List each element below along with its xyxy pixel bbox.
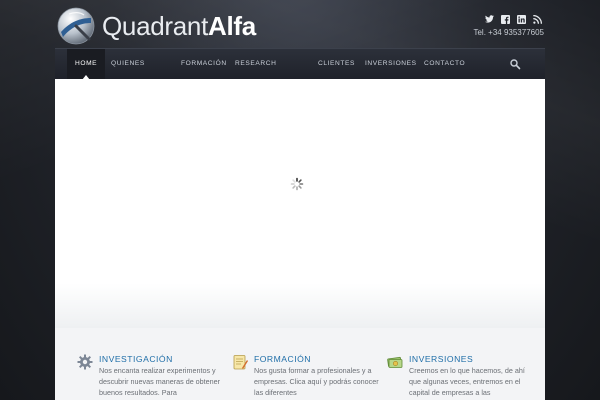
nav-item-contacto[interactable]: CONTACTO (424, 49, 465, 79)
site-logo[interactable]: QuadrantAlfa (56, 6, 256, 46)
feature-title[interactable]: FORMACIÓN (254, 354, 311, 364)
rss-icon[interactable] (532, 14, 542, 24)
logo-text-light: Quadrant (102, 11, 209, 41)
site-header: QuadrantAlfa Tel. +34 935377605 (0, 0, 600, 48)
twitter-icon[interactable] (484, 14, 494, 24)
nav-item-quienes[interactable]: QUIENES (111, 49, 145, 79)
feature-text: Creemos en lo que hacemos, de ahí que al… (409, 366, 525, 397)
logo-text: QuadrantAlfa (102, 6, 256, 46)
social-links (484, 14, 542, 24)
nav-item-formacion[interactable]: FORMACIÓN (181, 49, 227, 79)
linkedin-icon[interactable] (516, 14, 526, 24)
hero-slider[interactable] (55, 79, 545, 328)
nav-item-research[interactable]: RESEARCH (235, 49, 276, 79)
feature-title[interactable]: INVERSIONES (409, 354, 473, 364)
gear-icon (77, 354, 93, 370)
logo-text-bold: Alfa (208, 11, 256, 41)
nav-item-inversiones[interactable]: INVERSIONES (365, 49, 417, 79)
search-icon[interactable] (509, 58, 521, 70)
phone-number: Tel. +34 935377605 (473, 28, 544, 37)
feature-title[interactable]: INVESTIGACIÓN (99, 354, 173, 364)
feature-text: Nos gusta formar a profesionales y a emp… (254, 366, 379, 397)
loading-spinner-icon (290, 177, 304, 191)
notepad-icon (233, 355, 248, 370)
nav-item-clientes[interactable]: CLIENTES (318, 49, 355, 79)
logo-mark-icon (57, 7, 95, 45)
money-icon (387, 356, 403, 368)
feature-text: Nos encanta realizar experimentos y desc… (99, 366, 221, 397)
facebook-icon[interactable] (500, 14, 510, 24)
nav-item-home[interactable]: HOME (67, 49, 106, 80)
main-navigation: HOME QUIENES FORMACIÓN RESEARCH CLIENTES… (55, 48, 545, 80)
features-section: INVESTIGACIÓN Nos encanta realizar exper… (55, 328, 545, 400)
